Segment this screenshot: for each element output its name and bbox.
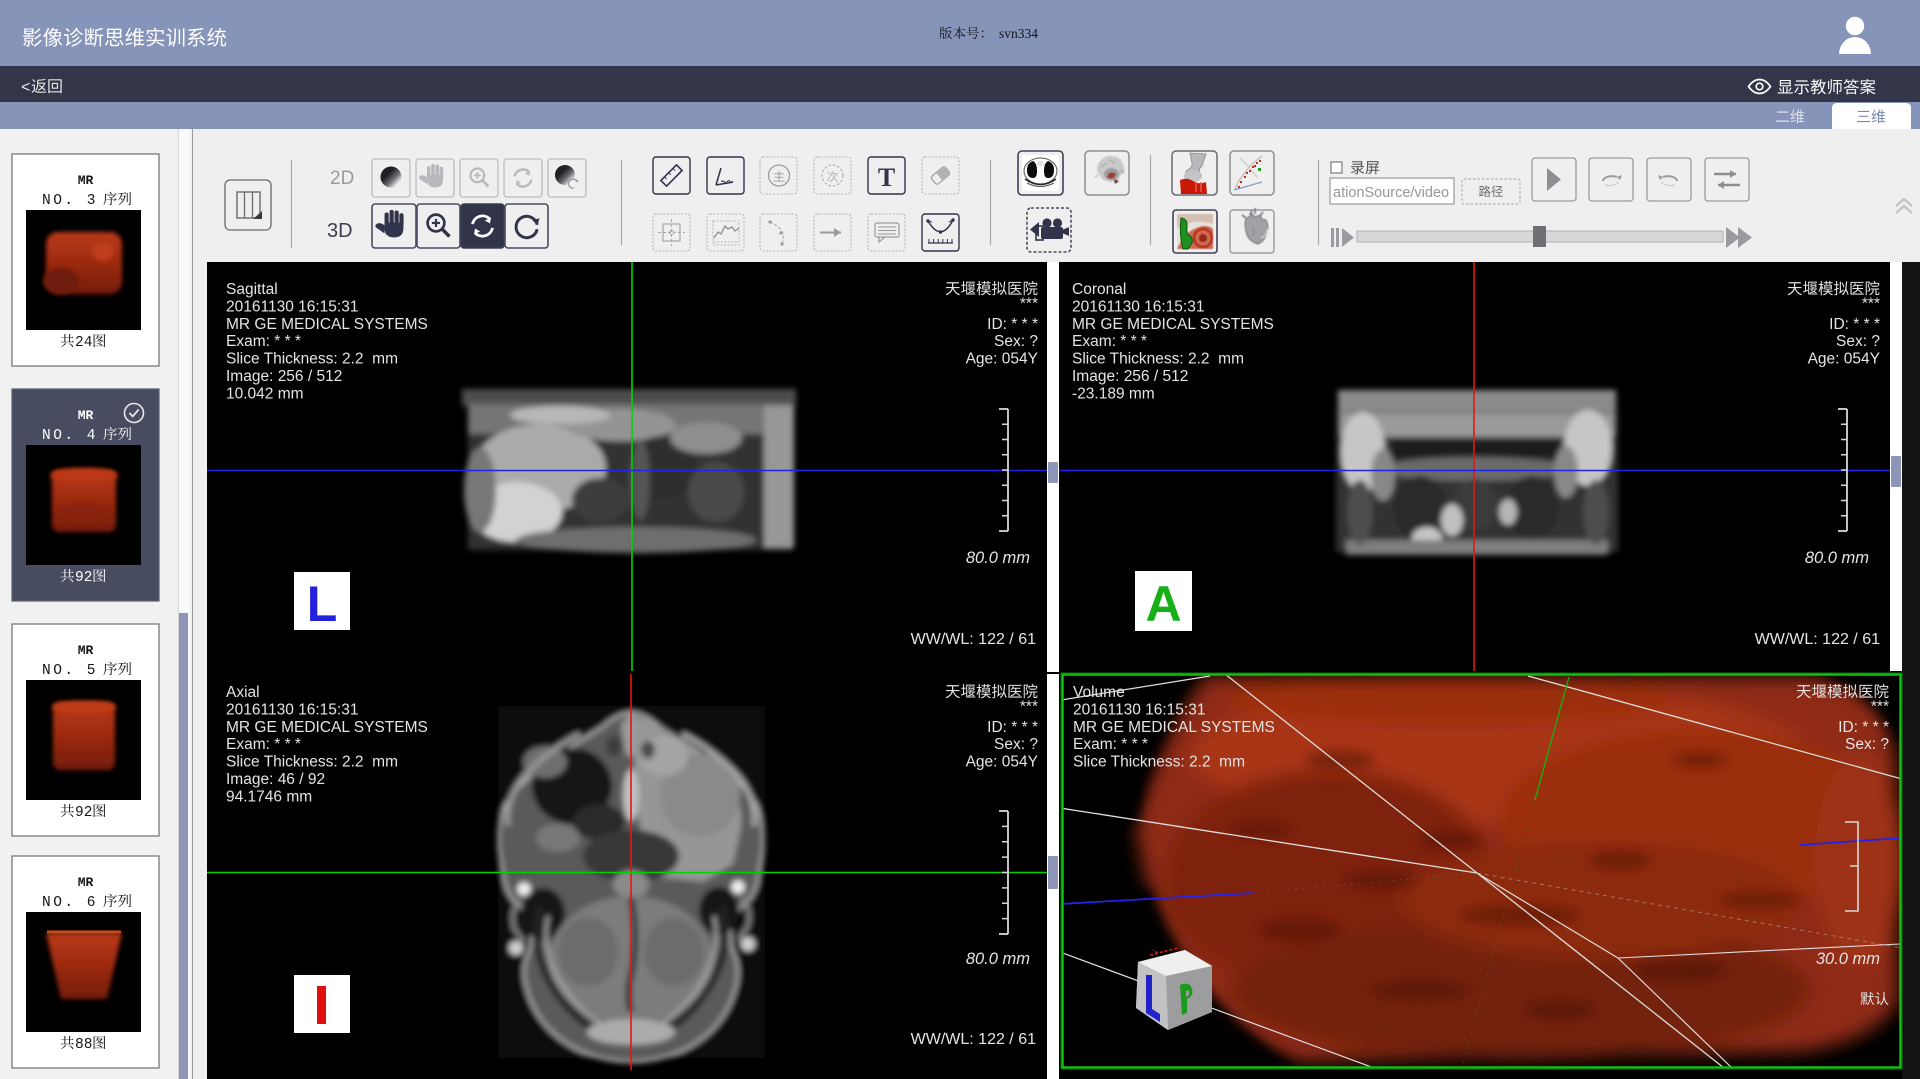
svg-text:Image: 46 / 92: Image: 46 / 92 [226,771,325,788]
svg-text:svn334: svn334 [999,26,1038,41]
svg-text:20161130 16:15:31: 20161130 16:15:31 [1072,298,1204,315]
svg-text:<: < [21,79,30,96]
svg-text:ID: * * *: ID: * * * [987,316,1038,333]
svg-text:Image: 256 / 512: Image: 256 / 512 [1072,368,1188,385]
svg-text:80.0 mm: 80.0 mm [966,950,1030,968]
svg-text:Age: 054Y: Age: 054Y [1808,351,1880,368]
svg-text:***: *** [1020,698,1038,715]
svg-text:Sex: ?: Sex: ? [1836,333,1880,350]
svg-text:***: *** [1862,295,1880,312]
svg-text:Exam: * * *: Exam: * * * [1073,736,1148,753]
svg-text:20161130 16:15:31: 20161130 16:15:31 [226,298,358,315]
svg-text:Sex: ?: Sex: ? [994,333,1038,350]
svg-text:Exam: * * *: Exam: * * * [226,736,301,753]
svg-text:WW/WL: 122 / 61: WW/WL: 122 / 61 [1755,631,1880,648]
svg-text:NO. 6: NO. 6 [42,895,98,911]
svg-text:Exam: * * *: Exam: * * * [226,333,301,350]
svg-text:Sex: ?: Sex: ? [994,736,1038,753]
svg-text:Axial: Axial [226,684,260,701]
svg-text:NO. 3: NO. 3 [42,193,98,209]
svg-text:Age: 054Y: Age: 054Y [966,754,1038,771]
svg-text:Volume: Volume [1073,684,1125,701]
svg-text:-23.189 mm: -23.189 mm [1072,385,1155,402]
svg-text:MR GE MEDICAL SYSTEMS: MR GE MEDICAL SYSTEMS [1073,719,1275,736]
svg-text:80.0 mm: 80.0 mm [966,549,1030,567]
svg-text:Age: 054Y: Age: 054Y [966,351,1038,368]
svg-text:ationSource/video: ationSource/video [1333,185,1449,201]
svg-text:Sagittal: Sagittal [226,281,278,298]
svg-text:NO. 4: NO. 4 [42,428,98,444]
svg-text:L: L [307,576,338,632]
svg-text:3D: 3D [327,220,353,242]
svg-text:20161130 16:15:31: 20161130 16:15:31 [1073,701,1205,718]
svg-text:ID: * * *: ID: * * * [1829,316,1880,333]
svg-text:92: 92 [75,805,92,821]
svg-text:Slice Thickness: 2.2 mm: Slice Thickness: 2.2 mm [1073,754,1245,771]
svg-text:Slice Thickness: 2.2 mm: Slice Thickness: 2.2 mm [226,351,398,368]
svg-text:88: 88 [75,1037,92,1053]
svg-text:Coronal: Coronal [1072,281,1126,298]
svg-text:94.1746 mm: 94.1746 mm [226,788,312,805]
svg-text:30.0 mm: 30.0 mm [1816,950,1880,968]
svg-text:80.0 mm: 80.0 mm [1805,549,1869,567]
svg-text:Sex: ?: Sex: ? [1845,736,1889,753]
svg-text:MR: MR [78,875,94,890]
svg-text:20161130 16:15:31: 20161130 16:15:31 [226,701,358,718]
svg-text:10.042 mm: 10.042 mm [226,385,304,402]
svg-text:92: 92 [75,570,92,586]
svg-text:NO. 5: NO. 5 [42,663,98,679]
svg-text:MR: MR [78,643,94,658]
svg-text:T: T [878,163,895,192]
svg-text:24: 24 [75,335,92,351]
svg-text:ID: * * *: ID: * * * [987,719,1038,736]
svg-text:Exam: * * *: Exam: * * * [1072,333,1147,350]
svg-text:Slice Thickness: 2.2 mm: Slice Thickness: 2.2 mm [1072,351,1244,368]
svg-text:***: *** [1020,295,1038,312]
svg-text:MR GE MEDICAL SYSTEMS: MR GE MEDICAL SYSTEMS [226,719,428,736]
svg-text:***: *** [1871,698,1889,715]
svg-text:MR GE MEDICAL SYSTEMS: MR GE MEDICAL SYSTEMS [226,316,428,333]
svg-text:A: A [1145,576,1181,632]
svg-text:MR: MR [78,173,94,188]
svg-text:MR: MR [78,408,94,423]
svg-text:MR GE MEDICAL SYSTEMS: MR GE MEDICAL SYSTEMS [1072,316,1274,333]
svg-text:WW/WL: 122 / 61: WW/WL: 122 / 61 [911,1031,1036,1048]
svg-text:Slice Thickness: 2.2 mm: Slice Thickness: 2.2 mm [226,754,398,771]
svg-text:Image: 256 / 512: Image: 256 / 512 [226,368,342,385]
svg-text:2D: 2D [330,168,354,189]
svg-text:WW/WL: 122 / 61: WW/WL: 122 / 61 [911,631,1036,648]
svg-text:ID: * * *: ID: * * * [1838,719,1889,736]
